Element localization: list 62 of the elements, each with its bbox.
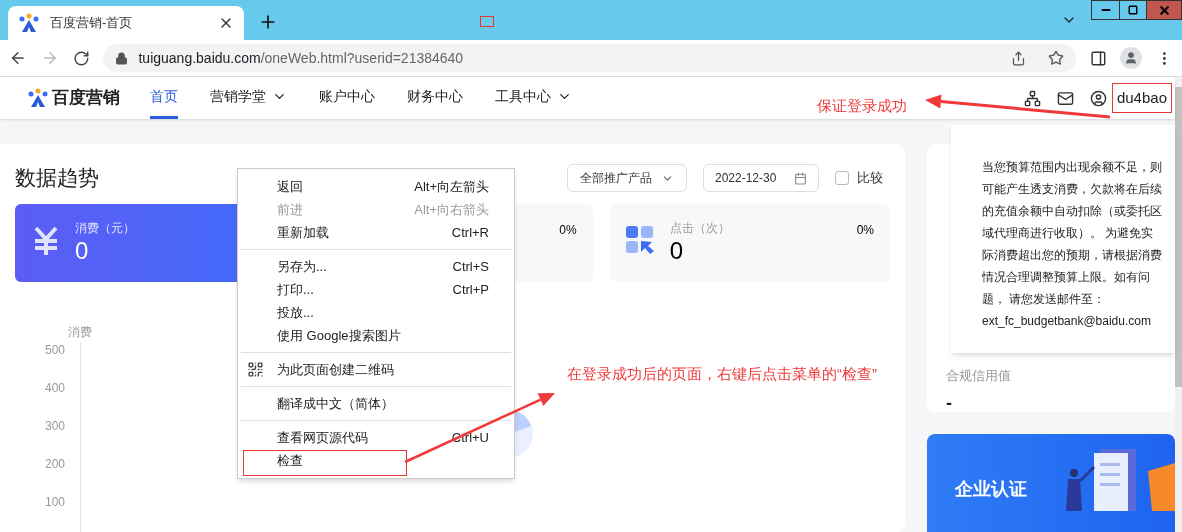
url-text: tuiguang.baidu.com/oneWeb.html?userid=21384640 xyxy=(138,48,465,68)
stat-change: 0% xyxy=(856,222,874,238)
side-panel-icon[interactable] xyxy=(1089,49,1107,67)
mail-icon[interactable] xyxy=(1056,89,1074,107)
axis-tick: 100 xyxy=(44,494,65,511)
profile-avatar[interactable] xyxy=(1120,47,1143,69)
maximize-icon xyxy=(1128,5,1138,15)
stat-value: 0 xyxy=(669,236,684,266)
stat-card[interactable]: 点击（次） 0 0% xyxy=(609,204,890,282)
logo-icon xyxy=(18,13,40,33)
credit-label: 合规信用值 xyxy=(946,367,1011,385)
annotation-text: 保证登录成功 xyxy=(817,96,907,116)
nav-tab[interactable]: 账户中心 xyxy=(319,77,375,119)
back-icon[interactable] xyxy=(9,49,27,67)
axis-label: 消费 xyxy=(68,324,92,340)
scrollbar[interactable] xyxy=(1175,77,1182,532)
network-icon[interactable] xyxy=(1023,89,1041,107)
bookmark-star-icon[interactable] xyxy=(1047,50,1064,66)
reload-icon[interactable] xyxy=(72,49,90,67)
section-title: 数据趋势 xyxy=(15,165,99,192)
click-grid-icon xyxy=(626,226,656,254)
menu-item[interactable]: 返回 Alt+向左箭头 xyxy=(238,175,514,198)
logo-icon xyxy=(27,88,49,108)
annotation-text: 在登录成功后的页面，右键后点击菜单的“检查” xyxy=(567,364,877,384)
user-icon[interactable] xyxy=(1089,89,1107,107)
menu-item[interactable]: 投放... xyxy=(238,301,514,324)
verification-banner[interactable]: 企业认证 xyxy=(927,434,1175,532)
menu-item[interactable]: 使用 Google搜索图片 xyxy=(238,324,514,347)
lock-icon xyxy=(115,51,129,65)
stat-label: 消费（元） xyxy=(75,220,136,236)
nav-tab[interactable]: 工具中心 xyxy=(495,77,572,119)
menu-item[interactable]: 为此页面创建二维码 xyxy=(238,358,514,381)
qr-code-icon xyxy=(247,361,264,378)
username[interactable]: du4bao xyxy=(1111,82,1172,114)
axis-tick: 300 xyxy=(44,418,65,435)
axis-tick: 400 xyxy=(44,380,65,397)
menu-item[interactable]: 翻译成中文（简体） xyxy=(238,392,514,415)
highlight-box xyxy=(480,16,494,27)
menu-item[interactable]: 检查 xyxy=(238,449,514,472)
share-icon[interactable] xyxy=(1010,50,1026,66)
stat-value: 0 xyxy=(75,236,90,266)
browser-tab[interactable]: 百度营销-首页 xyxy=(8,6,244,40)
calendar-icon xyxy=(794,171,807,185)
close-icon xyxy=(1157,3,1171,17)
tooltip-email: ext_fc_budgetbank@baidu.com xyxy=(982,313,1152,330)
address-field[interactable]: tuiguang.baidu.com/oneWeb.html?userid=21384640 xyxy=(103,44,1076,72)
banner-title: 企业认证 xyxy=(955,478,1027,501)
axis-tick: 500 xyxy=(44,342,65,359)
date-field[interactable]: 2022-12-30 xyxy=(703,164,819,192)
stat-label: 点击（次） xyxy=(669,220,731,236)
tab-title: 百度营销-首页 xyxy=(50,14,134,33)
yuan-icon xyxy=(33,226,59,256)
product-select[interactable]: 全部推广产品 xyxy=(567,164,687,192)
credit-value: - xyxy=(946,391,952,415)
nav-tab[interactable]: 财务中心 xyxy=(407,77,463,119)
nav-tab[interactable]: 营销学堂 xyxy=(210,77,287,119)
axis-tick: 200 xyxy=(44,456,65,473)
close-window-button[interactable] xyxy=(1147,1,1181,19)
compare-checkbox[interactable] xyxy=(835,171,849,185)
brand-name: 百度营销 xyxy=(52,87,120,110)
compare-label: 比较 xyxy=(857,169,883,188)
stat-change: 0% xyxy=(559,222,577,238)
